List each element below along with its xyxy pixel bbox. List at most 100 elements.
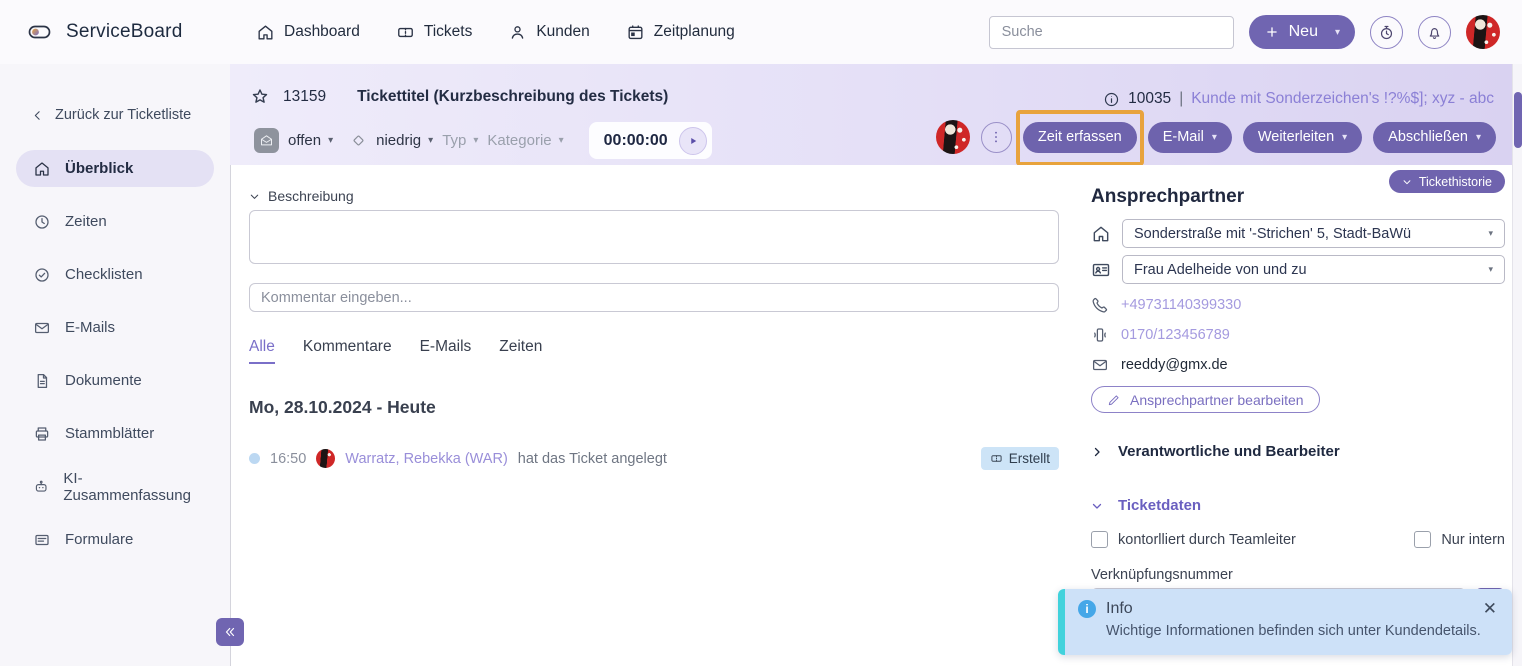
timeline-dot [249, 453, 260, 464]
record-time-button[interactable]: Zeit erfassen [1023, 122, 1137, 153]
ticket-meta-row: offen ▾ niedrig ▾ Typ ▾ Kategorie ▾ 00:0… [254, 122, 712, 159]
nav-kunden[interactable]: Kunden [508, 23, 589, 42]
chevron-left-icon [31, 109, 44, 122]
search-input[interactable] [989, 16, 1234, 49]
sidebar-item-emails[interactable]: E-Mails [16, 309, 214, 346]
nav-label: Tickets [424, 23, 473, 41]
email-button[interactable]: E-Mail ▾ [1148, 122, 1232, 153]
chevron-down-icon[interactable]: ▾ [428, 135, 433, 146]
chevron-down-icon[interactable]: ▾ [473, 135, 478, 146]
home-icon [33, 160, 51, 178]
info-icon [1103, 91, 1120, 108]
chevron-down-icon: ▾ [1488, 228, 1493, 239]
chevron-down-icon [1402, 177, 1412, 187]
nav-dashboard[interactable]: Dashboard [256, 23, 360, 42]
intern-checkbox-group: Nur intern [1414, 531, 1505, 548]
address-select[interactable]: Sonderstraße mit '-Strichen' 5, Stadt-Ba… [1122, 219, 1505, 248]
status-value[interactable]: offen [288, 132, 321, 149]
sidebar-item-formulare[interactable]: Formulare [16, 521, 214, 558]
record-time-label: Zeit erfassen [1038, 129, 1122, 145]
robot-icon [33, 478, 49, 496]
calendar-icon [626, 23, 645, 42]
stopwatch-icon [1378, 24, 1395, 41]
sidebar-item-dokumente[interactable]: Dokumente [16, 362, 214, 399]
email-row: reeddy@gmx.de [1091, 356, 1505, 374]
chevron-down-icon: ▾ [1335, 27, 1340, 38]
timeline-user-link[interactable]: Warratz, Rebekka (WAR) [345, 451, 507, 467]
edit-contact-label: Ansprechpartner bearbeiten [1130, 392, 1304, 408]
priority-value[interactable]: niedrig [376, 132, 421, 149]
scrollbar-thumb[interactable] [1514, 92, 1522, 148]
star-icon[interactable] [250, 87, 270, 107]
contact-person-row: Frau Adelheide von und zu ▾ [1091, 255, 1505, 284]
contact-card-icon [1091, 260, 1111, 280]
chevron-down-icon[interactable]: ▾ [328, 135, 333, 146]
notifications-button[interactable] [1418, 16, 1451, 49]
intern-checkbox[interactable] [1414, 531, 1431, 548]
forward-button[interactable]: Weiterleiten ▾ [1243, 122, 1362, 153]
type-select[interactable]: Typ [442, 132, 466, 149]
sidebar-item-stammblaetter[interactable]: Stammblätter [16, 415, 214, 452]
person-icon [508, 23, 527, 42]
logo-toggle-icon [26, 20, 53, 44]
tab-kommentare[interactable]: Kommentare [303, 338, 392, 364]
edit-contact-button[interactable]: Ansprechpartner bearbeiten [1091, 386, 1320, 413]
chevron-down-icon[interactable]: ▾ [559, 135, 564, 146]
comment-input[interactable] [249, 283, 1059, 312]
sidebar: Zurück zur Ticketliste Überblick Zeiten … [0, 64, 230, 666]
nav-zeitplanung[interactable]: Zeitplanung [626, 23, 735, 42]
stopwatch-button[interactable] [1370, 16, 1403, 49]
description-toggle[interactable]: Beschreibung [249, 188, 1059, 204]
record-time-highlight: Zeit erfassen [1023, 122, 1137, 153]
phone-link[interactable]: +49731140399330 [1121, 297, 1241, 313]
phone-row: +49731140399330 [1091, 296, 1505, 314]
back-to-ticketlist[interactable]: Zurück zur Ticketliste [31, 107, 230, 123]
ticket-icon [396, 23, 415, 42]
topbar: ServiceBoard Dashboard Tickets Kunden Ze… [0, 0, 1522, 64]
separator: | [1179, 90, 1183, 108]
timeline-time: 16:50 [270, 451, 306, 467]
chevron-down-icon: ▾ [1488, 264, 1493, 275]
ticket-header: 13159 Tickettitel (Kurzbeschreibung des … [230, 64, 1512, 165]
customer-link[interactable]: Kunde mit Sonderzeichen's !?%$]; xyz - a… [1191, 90, 1494, 108]
badge-label: Erstellt [1009, 451, 1050, 466]
printer-icon [33, 425, 51, 443]
nav-label: Kunden [536, 23, 589, 41]
email-button-label: E-Mail [1163, 129, 1204, 145]
ticket-history-button[interactable]: Tickethistorie [1389, 170, 1505, 193]
nav-tickets[interactable]: Tickets [396, 23, 473, 42]
responsible-section-toggle[interactable]: Verantwortliche und Bearbeiter [1091, 443, 1505, 460]
sidebar-item-ki-zusammenfassung[interactable]: KI-Zusammenfassung [16, 468, 214, 505]
close-ticket-button[interactable]: Abschließen ▾ [1373, 122, 1496, 153]
checkbox-row: kontorlliert durch Teamleiter Nur intern [1091, 531, 1505, 548]
ticketdata-section-toggle[interactable]: Ticketdaten [1091, 497, 1505, 514]
close-ticket-label: Abschließen [1388, 129, 1468, 145]
more-actions-button[interactable] [981, 122, 1012, 153]
page-scrollbar[interactable] [1512, 64, 1522, 666]
toast-close-button[interactable]: ✕ [1483, 600, 1497, 617]
tab-emails[interactable]: E-Mails [420, 338, 472, 364]
description-textarea[interactable] [249, 210, 1059, 264]
category-select[interactable]: Kategorie [487, 132, 551, 149]
timer-play-button[interactable] [679, 127, 707, 155]
contact-person-select[interactable]: Frau Adelheide von und zu ▾ [1122, 255, 1505, 284]
responsible-section-label: Verantwortliche und Bearbeiter [1118, 443, 1340, 460]
tab-alle[interactable]: Alle [249, 338, 275, 364]
tab-zeiten[interactable]: Zeiten [499, 338, 542, 364]
sidebar-item-ueberblick[interactable]: Überblick [16, 150, 214, 187]
sidebar-item-checklisten[interactable]: Checklisten [16, 256, 214, 293]
sidebar-collapse-button[interactable] [216, 618, 244, 646]
ticket-title-row: 13159 Tickettitel (Kurzbeschreibung des … [250, 87, 668, 107]
sidebar-item-zeiten[interactable]: Zeiten [16, 203, 214, 240]
back-label: Zurück zur Ticketliste [55, 107, 191, 123]
info-toast: i Info Wichtige Informationen befinden s… [1058, 589, 1512, 655]
app-logo[interactable]: ServiceBoard [0, 20, 232, 44]
mobile-link[interactable]: 0170/123456789 [1121, 327, 1230, 343]
ticket-detail-column: Beschreibung Alle Kommentare E-Mails Zei… [249, 165, 1059, 470]
user-avatar[interactable] [1466, 15, 1500, 49]
status-icon-chip[interactable] [254, 128, 279, 153]
intern-checkbox-label: Nur intern [1441, 532, 1505, 548]
teamleiter-checkbox[interactable] [1091, 531, 1108, 548]
new-button[interactable]: Neu ▾ [1249, 15, 1355, 49]
toast-message: Wichtige Informationen befinden sich unt… [1106, 623, 1498, 639]
